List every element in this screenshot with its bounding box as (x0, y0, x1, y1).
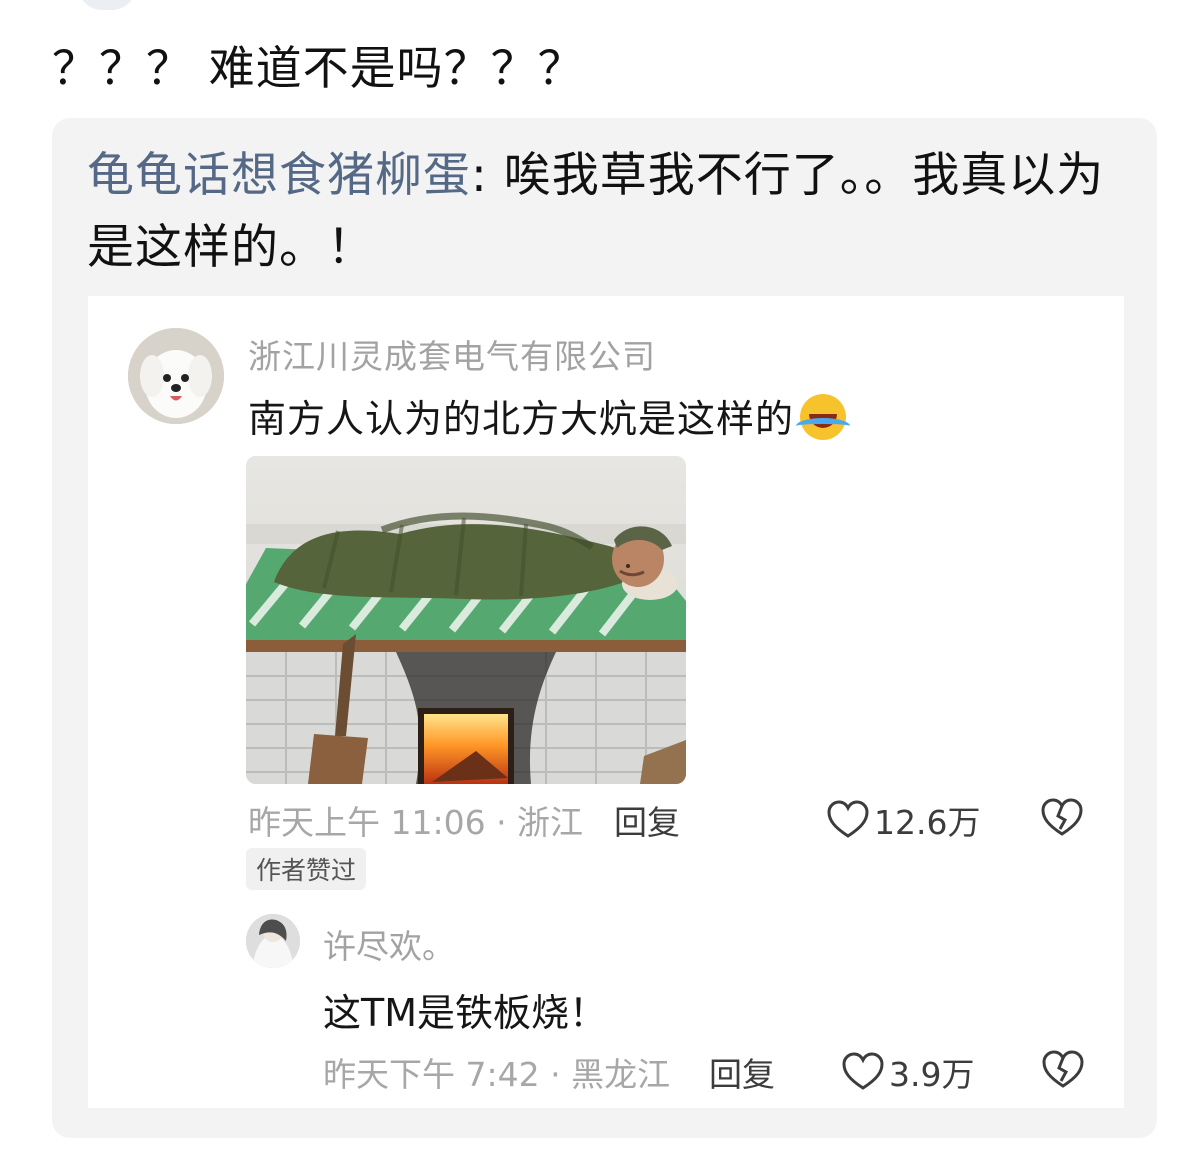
repost-username[interactable]: 龟龟话想食猪柳蛋 (87, 148, 471, 203)
heart-icon (827, 800, 869, 838)
previous-avatar-fragment (78, 0, 136, 10)
broken-heart-icon (1042, 1050, 1084, 1088)
comment-meta-row: 昨天上午 11:06 · 浙江 回复 12.6万 (248, 796, 1088, 846)
repost-content: 龟龟话想食猪柳蛋: 唉我草我不行了。。我真以为是这样的。！ (87, 140, 1127, 284)
repost-card[interactable]: 龟龟话想食猪柳蛋: 唉我草我不行了。。我真以为是这样的。！ 浙江川灵成套电气有限… (52, 118, 1157, 1138)
comment-like-count: 12.6万 (874, 803, 981, 842)
comment-like-button[interactable]: 12.6万 (826, 796, 980, 844)
reply-username[interactable]: 许尽欢。 (323, 920, 455, 968)
laughing-crying-emoji-icon (796, 394, 851, 440)
reply-meta-row: 昨天下午 7:42 · 黑龙江 回复 3.9万 (323, 1048, 1088, 1098)
post-text: ？？？ 难道不是吗？？？ (52, 41, 585, 95)
comment-text-content: 南方人认为的北方大炕是这样的 (248, 397, 795, 441)
reply-time-location: 昨天下午 7:42 · 黑龙江 (323, 1055, 671, 1094)
broken-heart-icon (1041, 798, 1083, 836)
reply-dislike-button[interactable] (1041, 1050, 1085, 1098)
comment-dislike-button[interactable] (1040, 798, 1084, 846)
heart-icon (842, 1052, 884, 1090)
reply-text: 这TM是铁板烧！ (323, 991, 607, 1035)
comment-text: 南方人认为的北方大炕是这样的 (248, 388, 851, 443)
reply-reply-button[interactable]: 回复 (709, 1048, 775, 1096)
repost-separator: : (471, 148, 504, 203)
reply-like-count: 3.9万 (889, 1055, 975, 1094)
author-liked-badge: 作者赞过 (246, 848, 367, 890)
commenter-username[interactable]: 浙江川灵成套电气有限公司 (248, 330, 656, 378)
embedded-comment-screenshot: 浙江川灵成套电气有限公司 南方人认为的北方大炕是这样的 昨天上午 11:06 ·… (88, 296, 1124, 1108)
commenter-avatar[interactable] (128, 328, 224, 424)
reply-user-avatar[interactable] (246, 914, 300, 968)
comment-reply-button[interactable]: 回复 (614, 796, 680, 844)
northern-kang-photo[interactable] (246, 456, 686, 784)
reply-like-button[interactable]: 3.9万 (841, 1048, 974, 1096)
comment-time-location: 昨天上午 11:06 · 浙江 (248, 803, 584, 842)
